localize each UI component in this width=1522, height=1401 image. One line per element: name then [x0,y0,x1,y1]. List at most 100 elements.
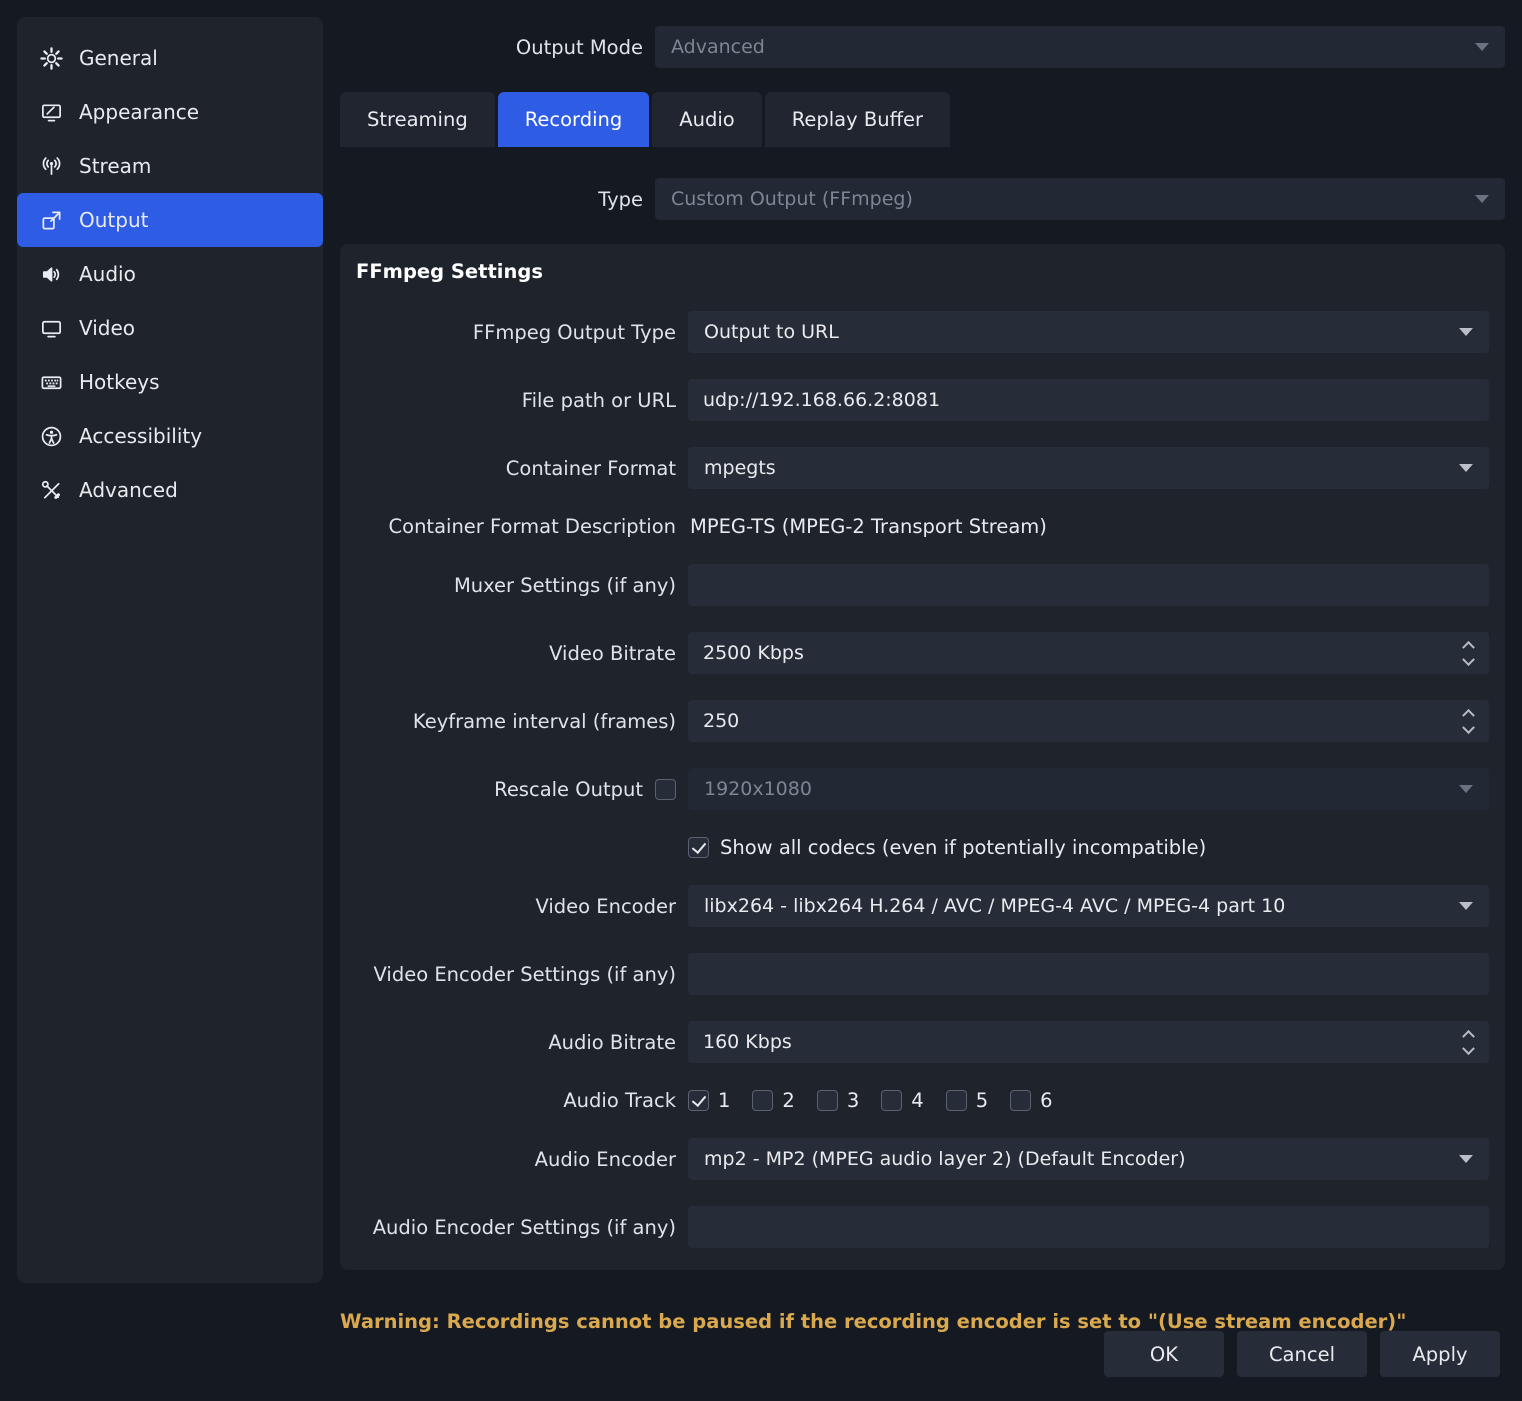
container-format-description-value: MPEG-TS (MPEG-2 Transport Stream) [688,515,1489,538]
sidebar-item-label: Output [79,208,148,232]
settings-sidebar: General Appearance Stream Output Audio [17,17,323,1283]
spin-up-button[interactable] [1464,707,1473,717]
selected-value: libx264 - libx264 H.264 / AVC / MPEG-4 A… [704,895,1285,917]
chevron-down-icon [1459,785,1473,793]
field-label: Audio Encoder Settings (if any) [354,1216,676,1239]
field-label: Audio Bitrate [354,1031,676,1054]
output-mode-select[interactable]: Advanced [655,26,1505,68]
speaker-icon [39,262,63,286]
sidebar-item-label: Hotkeys [79,370,160,394]
audio-track-label: 5 [976,1089,988,1112]
ffmpeg-settings-group: FFmpeg Settings FFmpeg Output Type Outpu… [340,244,1505,1270]
keyframe-interval-row: Keyframe interval (frames) [354,700,1489,742]
sidebar-item-label: Advanced [79,478,178,502]
field-label: Muxer Settings (if any) [354,574,676,597]
ok-button[interactable]: OK [1104,1331,1224,1377]
video-encoder-settings-row: Video Encoder Settings (if any) [354,953,1489,995]
audio-track-1-checkbox[interactable] [688,1090,709,1111]
rescale-output-checkbox[interactable] [655,779,676,800]
selected-value: mpegts [704,457,776,479]
ffmpeg-output-type-row: FFmpeg Output Type Output to URL [354,311,1489,353]
show-all-codecs-label: Show all codecs (even if potentially inc… [720,836,1206,859]
audio-track-5-checkbox[interactable] [946,1090,967,1111]
field-label: Rescale Output [494,778,643,801]
tab-audio[interactable]: Audio [652,92,761,147]
video-bitrate-row: Video Bitrate [354,632,1489,674]
chevron-down-icon [1459,902,1473,910]
tab-label: Recording [525,108,623,131]
file-path-input[interactable] [688,379,1489,421]
spin-down-button[interactable] [1464,1046,1473,1056]
group-title: FFmpeg Settings [354,260,1489,283]
recording-type-row: Type Custom Output (FFmpeg) [340,178,1505,220]
cancel-button[interactable]: Cancel [1237,1331,1367,1377]
audio-encoder-select[interactable]: mp2 - MP2 (MPEG audio layer 2) (Default … [688,1138,1489,1180]
audio-track-label: 3 [847,1089,859,1112]
selected-value: 1920x1080 [704,778,812,800]
sidebar-item-audio[interactable]: Audio [17,247,323,301]
gear-icon [39,46,63,70]
audio-encoder-row: Audio Encoder mp2 - MP2 (MPEG audio laye… [354,1138,1489,1180]
output-mode-row: Output Mode Advanced [340,26,1505,68]
sidebar-item-label: Video [79,316,135,340]
ffmpeg-output-type-select[interactable]: Output to URL [688,311,1489,353]
container-format-row: Container Format mpegts [354,447,1489,489]
spin-down-button[interactable] [1464,725,1473,735]
apply-button[interactable]: Apply [1380,1331,1500,1377]
sidebar-item-advanced[interactable]: Advanced [17,463,323,517]
recording-type-select[interactable]: Custom Output (FFmpeg) [655,178,1505,220]
keyframe-interval-input[interactable] [688,700,1455,742]
recording-type-value: Custom Output (FFmpeg) [671,188,913,210]
settings-main: Output Mode Advanced Streaming Recording… [340,17,1505,1384]
audio-track-3-checkbox[interactable] [817,1090,838,1111]
type-label: Type [340,188,643,211]
field-label: File path or URL [354,389,676,412]
container-format-select[interactable]: mpegts [688,447,1489,489]
sidebar-item-general[interactable]: General [17,31,323,85]
sidebar-item-label: Accessibility [79,424,202,448]
muxer-settings-input[interactable] [688,564,1489,606]
audio-track-row: Audio Track 1 2 3 4 5 6 [354,1089,1489,1112]
video-bitrate-spinner [688,632,1489,674]
audio-bitrate-row: Audio Bitrate [354,1021,1489,1063]
sidebar-item-stream[interactable]: Stream [17,139,323,193]
tab-label: Audio [679,108,734,131]
field-label: Keyframe interval (frames) [354,710,676,733]
video-encoder-settings-input[interactable] [688,953,1489,995]
show-all-codecs-checkbox[interactable] [688,837,709,858]
show-all-codecs-row: Show all codecs (even if potentially inc… [354,836,1489,859]
sidebar-item-label: General [79,46,158,70]
selected-value: Output to URL [704,321,839,343]
sidebar-item-appearance[interactable]: Appearance [17,85,323,139]
audio-bitrate-input[interactable] [688,1021,1455,1063]
spin-up-button[interactable] [1464,1028,1473,1038]
chevron-down-icon [1459,1155,1473,1163]
keyboard-icon [39,370,63,394]
audio-track-6-checkbox[interactable] [1010,1090,1031,1111]
field-label: FFmpeg Output Type [354,321,676,344]
tab-replay-buffer[interactable]: Replay Buffer [765,92,950,147]
tab-label: Streaming [367,108,468,131]
sidebar-item-accessibility[interactable]: Accessibility [17,409,323,463]
sidebar-item-label: Stream [79,154,151,178]
video-bitrate-input[interactable] [688,632,1455,674]
file-path-row: File path or URL [354,379,1489,421]
rescale-output-row: Rescale Output 1920x1080 [354,768,1489,810]
tab-recording[interactable]: Recording [498,92,650,147]
sidebar-item-output[interactable]: Output [17,193,323,247]
field-label: Video Bitrate [354,642,676,665]
rescale-resolution-select[interactable]: 1920x1080 [688,768,1489,810]
spin-down-button[interactable] [1464,657,1473,667]
audio-track-4-checkbox[interactable] [881,1090,902,1111]
output-mode-value: Advanced [671,36,765,58]
audio-track-2-checkbox[interactable] [752,1090,773,1111]
warning-text: Warning: Recordings cannot be paused if … [340,1310,1505,1333]
sidebar-item-hotkeys[interactable]: Hotkeys [17,355,323,409]
tab-streaming[interactable]: Streaming [340,92,495,147]
sidebar-item-video[interactable]: Video [17,301,323,355]
spin-up-button[interactable] [1464,639,1473,649]
audio-encoder-settings-input[interactable] [688,1206,1489,1248]
field-label: Container Format Description [354,515,676,538]
video-encoder-select[interactable]: libx264 - libx264 H.264 / AVC / MPEG-4 A… [688,885,1489,927]
audio-track-label: 4 [911,1089,923,1112]
